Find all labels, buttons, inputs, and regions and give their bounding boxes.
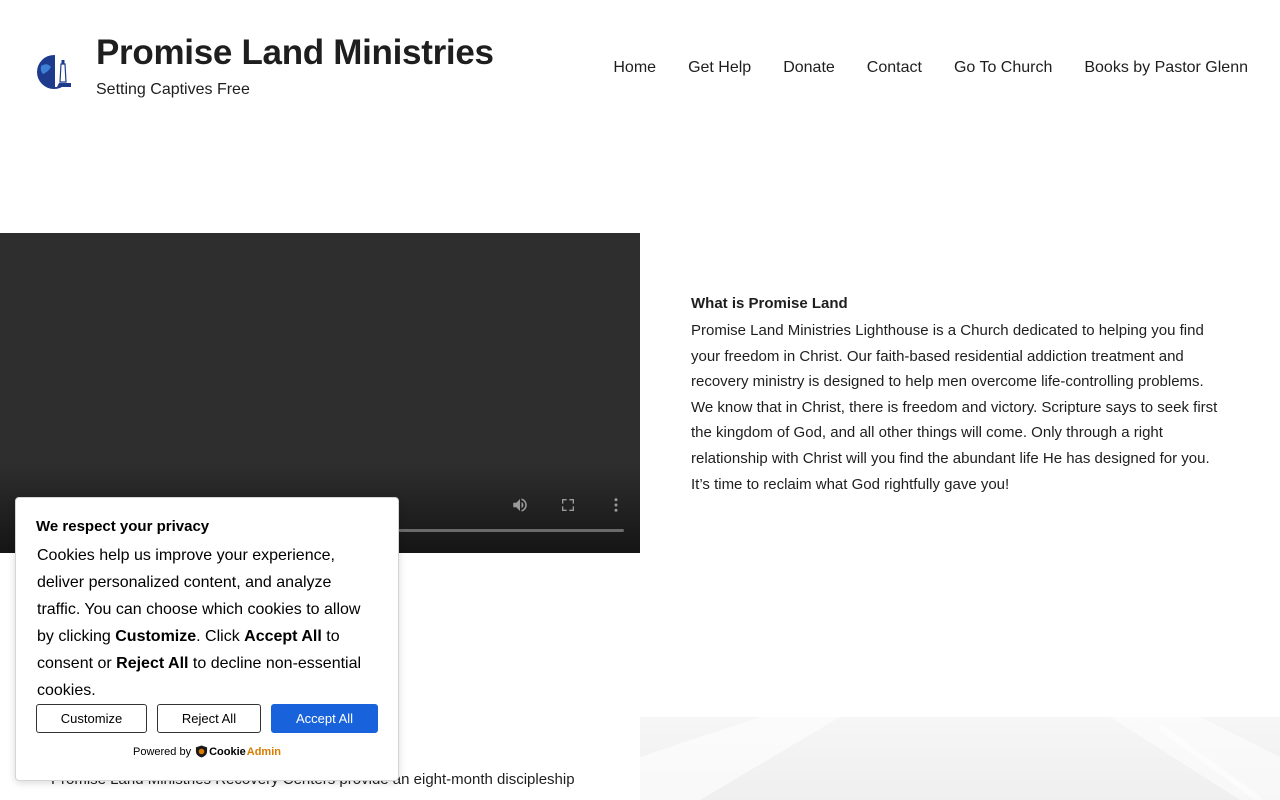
cookie-title: We respect your privacy (36, 518, 210, 535)
cookieadmin-shield-icon (196, 745, 208, 758)
cookie-buttons: Customize Reject All Accept All (36, 704, 378, 733)
fullscreen-icon[interactable] (558, 495, 578, 515)
cookieadmin-brand-1: Cookie (209, 745, 246, 758)
cookie-text-bold: Reject All (116, 655, 189, 672)
cookieadmin-logo[interactable]: Cookie Admin (195, 745, 281, 758)
main-nav: Home Get Help Donate Contact Go To Churc… (613, 59, 1248, 77)
site-tagline: Setting Captives Free (96, 81, 250, 98)
site-header: Promise Land Ministries Setting Captives… (0, 0, 1280, 140)
powered-by-label: Powered by (132, 745, 192, 758)
cookie-text-part: . Click (196, 628, 245, 645)
about-body: Promise Land Ministries Lighthouse is a … (691, 322, 1218, 493)
volume-icon[interactable] (510, 495, 530, 515)
customize-button[interactable]: Customize (36, 704, 147, 733)
nav-link-get-help[interactable]: Get Help (688, 59, 751, 77)
about-section: What is Promise Land Promise Land Minist… (691, 293, 1226, 497)
nav-link-books[interactable]: Books by Pastor Glenn (1084, 59, 1248, 77)
cookie-consent-banner: We respect your privacy Cookies help us … (15, 497, 399, 781)
nav-link-contact[interactable]: Contact (867, 59, 922, 77)
cookie-powered-by: Powered by Cookie Admin (16, 745, 398, 758)
cookieadmin-brand-2: Admin (246, 745, 281, 758)
site-title[interactable]: Promise Land Ministries (96, 33, 494, 73)
nav-link-home[interactable]: Home (613, 59, 656, 77)
section-background-image (640, 717, 1280, 800)
cookie-text-bold: Customize (115, 628, 197, 645)
cookie-description: Cookies help us improve your experience,… (37, 542, 378, 704)
more-options-icon[interactable] (606, 495, 626, 515)
cookie-text-bold: Accept All (244, 628, 322, 645)
nav-link-donate[interactable]: Donate (783, 59, 835, 77)
about-heading: What is Promise Land (691, 295, 848, 312)
reject-all-button[interactable]: Reject All (157, 704, 261, 733)
nav-link-go-to-church[interactable]: Go To Church (954, 59, 1052, 77)
accept-all-button[interactable]: Accept All (271, 704, 378, 733)
globe-lighthouse-logo-icon[interactable] (35, 52, 73, 90)
